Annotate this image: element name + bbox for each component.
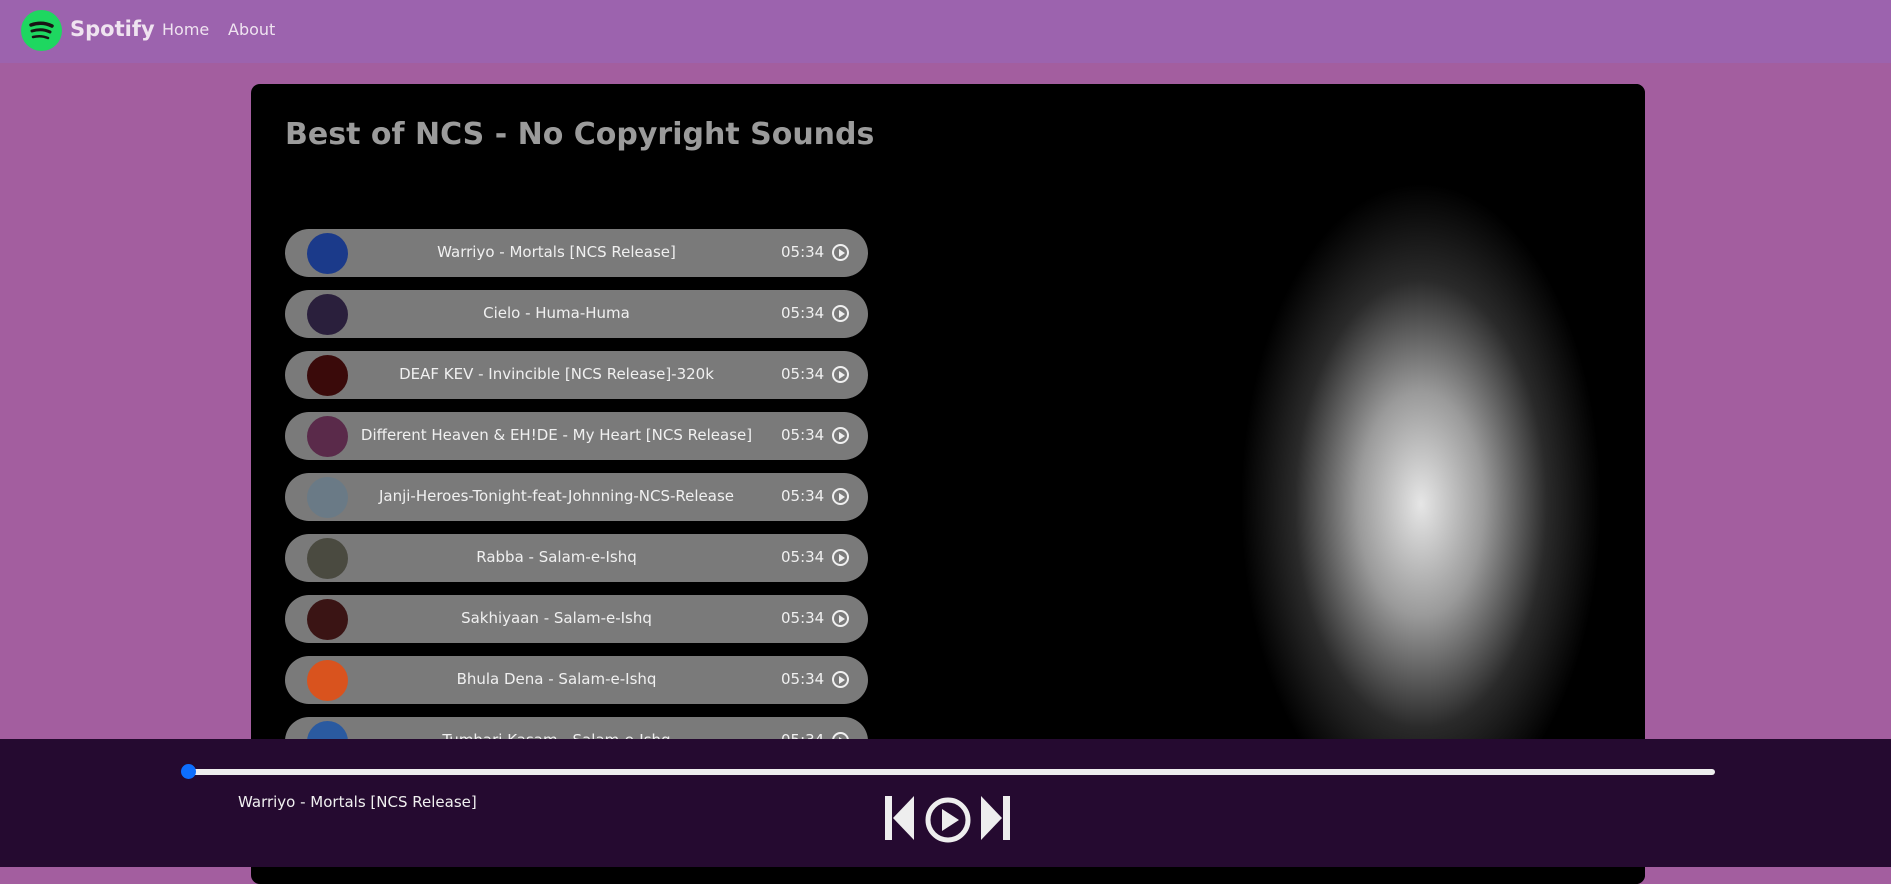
playlist-title: Best of NCS - No Copyright Sounds [285,117,875,152]
song-name: Sakhiyaan - Salam-e-Ishq [461,609,652,627]
song-item[interactable]: Bhula Dena - Salam-e-Ishq 05:34 [285,656,868,704]
song-duration: 05:34 [781,609,825,627]
song-name: Cielo - Huma-Huma [483,304,630,322]
song-duration: 05:34 [781,304,825,322]
song-cover [307,477,348,518]
song-duration: 05:34 [781,243,825,261]
play-circle-icon[interactable] [832,549,849,566]
song-item[interactable]: DEAF KEV - Invincible [NCS Release]-320k… [285,351,868,399]
play-circle-icon[interactable] [832,244,849,261]
song-cover [307,294,348,335]
song-item[interactable]: Cielo - Huma-Huma 05:34 [285,290,868,338]
song-cover [307,233,348,274]
brand-name[interactable]: Spotify [70,17,155,41]
song-name: Janji-Heroes-Tonight-feat-Johnning-NCS-R… [378,487,735,505]
song-item[interactable]: Janji-Heroes-Tonight-feat-Johnning-NCS-R… [285,473,868,521]
song-duration: 05:34 [781,487,825,505]
play-icon[interactable] [924,796,972,844]
song-item[interactable]: Warriyo - Mortals [NCS Release] 05:34 [285,229,868,277]
song-duration: 05:34 [781,670,825,688]
previous-icon[interactable] [885,796,915,840]
progress-thumb[interactable] [181,764,196,779]
player-bar: Warriyo - Mortals [NCS Release] [0,739,1891,867]
progress-slider[interactable] [181,764,1715,779]
nav-home[interactable]: Home [162,20,209,39]
song-item[interactable]: Different Heaven & EH!DE - My Heart [NCS… [285,412,868,460]
play-circle-icon[interactable] [832,610,849,627]
song-cover [307,599,348,640]
navbar: Spotify Home About [0,0,1891,63]
song-cover [307,355,348,396]
song-name: DEAF KEV - Invincible [NCS Release]-320k [399,365,714,383]
play-circle-icon[interactable] [832,366,849,383]
song-duration: 05:34 [781,365,825,383]
play-circle-icon[interactable] [832,488,849,505]
song-item[interactable]: Sakhiyaan - Salam-e-Ishq 05:34 [285,595,868,643]
song-cover [307,416,348,457]
song-cover [307,660,348,701]
song-duration: 05:34 [781,426,825,444]
song-duration: 05:34 [781,548,825,566]
spotify-logo-icon[interactable] [21,10,62,51]
play-circle-icon[interactable] [832,671,849,688]
play-circle-icon[interactable] [832,427,849,444]
play-circle-icon[interactable] [832,305,849,322]
song-name: Different Heaven & EH!DE - My Heart [NCS… [360,426,753,444]
song-name: Bhula Dena - Salam-e-Ishq [456,670,657,688]
song-name: Warriyo - Mortals [NCS Release] [437,243,676,261]
nav-about[interactable]: About [228,20,275,39]
next-icon[interactable] [981,796,1011,840]
song-name: Rabba - Salam-e-Ishq [476,548,637,566]
song-cover [307,538,348,579]
song-item[interactable]: Rabba - Salam-e-Ishq 05:34 [285,534,868,582]
now-playing-title: Warriyo - Mortals [NCS Release] [238,793,477,811]
